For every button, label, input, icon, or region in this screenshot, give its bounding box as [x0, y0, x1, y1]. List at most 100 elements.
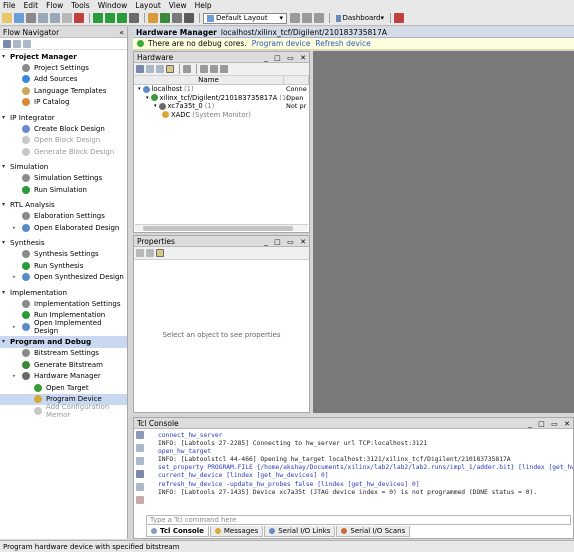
menu-layout[interactable]: Layout [135, 1, 161, 10]
section-simulation[interactable]: ▾ Simulation [0, 161, 127, 173]
flow-item-generate-bitstream[interactable]: Generate Bitstream [0, 359, 127, 371]
menu-edit[interactable]: Edit [24, 1, 39, 10]
menu-view[interactable]: View [169, 1, 187, 10]
expand-arrow-icon[interactable]: ▾ [2, 239, 10, 246]
restore-icon[interactable]: □ [274, 238, 281, 246]
search-icon[interactable] [136, 65, 144, 73]
flow-item-run-simulation[interactable]: Run Simulation [0, 184, 127, 196]
clear-icon[interactable] [136, 431, 144, 439]
properties-icon[interactable] [156, 249, 164, 257]
run-all-icon[interactable] [117, 13, 127, 23]
back-icon[interactable] [136, 249, 144, 257]
redo-icon[interactable] [50, 13, 60, 23]
forward-icon[interactable] [146, 249, 154, 257]
expand-arrow-icon[interactable]: ▾ [146, 95, 149, 101]
run-trigger-icon[interactable] [200, 65, 208, 73]
flow-item-bitstream-settings[interactable]: Bitstream Settings [0, 348, 127, 360]
pause-icon[interactable] [136, 444, 144, 452]
new-project-icon[interactable] [2, 13, 12, 23]
flow-item-synthesis-settings[interactable]: Synthesis Settings [0, 249, 127, 261]
maximize-icon[interactable]: ▭ [551, 420, 558, 428]
wrap-icon[interactable] [136, 483, 144, 491]
scrollbar-thumb[interactable] [143, 226, 293, 231]
expand-icon[interactable]: ▸ [13, 373, 16, 379]
flow-item-language-templates[interactable]: Language Templates [0, 85, 127, 97]
expand-arrow-icon[interactable]: ▾ [2, 289, 10, 296]
section-implementation[interactable]: ▾ Implementation [0, 286, 127, 298]
collapse-all-icon[interactable] [146, 65, 154, 73]
expand-icon[interactable]: ▸ [13, 324, 16, 330]
sigma-icon[interactable] [160, 13, 170, 23]
horizontal-scrollbar[interactable] [135, 224, 308, 231]
column-status-header[interactable] [284, 76, 309, 84]
flow-item-run-synthesis[interactable]: Run Synthesis [0, 260, 127, 272]
flow-item-open-target[interactable]: Open Target [0, 382, 127, 394]
expand-all-icon[interactable] [156, 65, 164, 73]
flow-item-open-elaborated-design[interactable]: ▸ Open Elaborated Design [0, 222, 127, 234]
close-icon[interactable]: ✕ [564, 420, 570, 428]
collapse-icon[interactable]: « [119, 28, 124, 37]
expand-arrow-icon[interactable]: ▾ [2, 53, 10, 60]
history-icon[interactable] [136, 470, 144, 478]
expand-arrow-icon[interactable]: ▾ [2, 114, 10, 121]
minimize-icon[interactable]: _ [264, 238, 268, 246]
stop-icon[interactable] [129, 13, 139, 23]
menu-tools[interactable]: Tools [71, 1, 89, 10]
collapse-all-icon[interactable] [13, 39, 21, 48]
open-project-icon[interactable] [14, 13, 24, 23]
program-icon[interactable] [148, 13, 158, 23]
clear-all-icon[interactable] [136, 496, 144, 504]
section-ip-integrator[interactable]: ▾ IP Integrator [0, 111, 127, 123]
flow-item-project-settings[interactable]: Project Settings [0, 62, 127, 74]
menu-help[interactable]: Help [195, 1, 212, 10]
run-trigger-immediate-icon[interactable] [210, 65, 218, 73]
hardware-tree-row[interactable]: ▾ localhost (1) Conne [134, 85, 309, 94]
flow-item-hardware-manager[interactable]: ▸ Hardware Manager [0, 371, 127, 383]
maximize-icon[interactable]: ▭ [287, 54, 294, 62]
expand-arrow-icon[interactable]: ▾ [2, 201, 10, 208]
toggle-icon[interactable] [166, 65, 174, 73]
column-name-header[interactable]: Name [134, 76, 284, 84]
tab-messages[interactable]: Messages [209, 526, 264, 537]
expand-arrow-icon[interactable]: ▾ [138, 86, 141, 92]
flow-item-implementation-settings[interactable]: Implementation Settings [0, 298, 127, 310]
tool-icon[interactable] [302, 13, 312, 23]
expand-arrow-icon[interactable]: ▾ [2, 338, 10, 345]
settings-icon[interactable] [172, 13, 182, 23]
flow-item-add-sources[interactable]: Add Sources [0, 74, 127, 86]
maximize-icon[interactable]: ▭ [287, 238, 294, 246]
close-icon[interactable]: ✕ [300, 238, 306, 246]
stop-trigger-icon[interactable] [220, 65, 228, 73]
flow-item-ip-catalog[interactable]: IP Catalog [0, 97, 127, 109]
flow-item-open-implemented-design[interactable]: ▸ Open Implemented Design [0, 319, 127, 335]
menu-flow[interactable]: Flow [46, 1, 63, 10]
section-project-manager[interactable]: ▾ Project Manager [0, 50, 127, 62]
expand-icon[interactable]: ▸ [13, 225, 16, 231]
dashboard-button[interactable]: Dashboard ▾ [333, 13, 387, 24]
run-step-icon[interactable] [105, 13, 115, 23]
expand-all-icon[interactable] [23, 39, 31, 48]
save-icon[interactable] [26, 13, 36, 23]
tab-serial-i-o-scans[interactable]: Serial I/O Scans [336, 526, 411, 537]
section-program-and-debug[interactable]: ▾ Program and Debug [0, 335, 127, 348]
minimize-icon[interactable]: _ [528, 420, 532, 428]
refresh-icon[interactable] [183, 65, 191, 73]
hardware-tree-row[interactable]: XADC (System Monitor) [134, 111, 309, 120]
expand-arrow-icon[interactable]: ▾ [2, 163, 10, 170]
pin-icon[interactable] [290, 13, 300, 23]
flow-item-open-synthesized-design[interactable]: ▸ Open Synthesized Design [0, 272, 127, 284]
refresh-device-link[interactable]: Refresh device [315, 39, 370, 48]
tcl-command-input[interactable]: Type a Tcl command here [146, 515, 571, 525]
section-rtl-analysis[interactable]: ▾ RTL Analysis [0, 199, 127, 211]
run-icon[interactable] [93, 13, 103, 23]
arrow-icon[interactable] [314, 13, 324, 23]
flow-item-elaboration-settings[interactable]: Elaboration Settings [0, 211, 127, 223]
menu-file[interactable]: File [3, 1, 16, 10]
search-icon[interactable] [3, 39, 11, 48]
exit-icon[interactable] [394, 13, 404, 23]
expand-arrow-icon[interactable]: ▾ [154, 103, 157, 109]
layout-select[interactable]: Default Layout ▾ [203, 12, 287, 24]
hardware-tree-row[interactable]: ▾ xc7a35t_0 (1) Not pr [134, 102, 309, 111]
delete-icon[interactable] [74, 13, 84, 23]
section-synthesis[interactable]: ▾ Synthesis [0, 237, 127, 249]
